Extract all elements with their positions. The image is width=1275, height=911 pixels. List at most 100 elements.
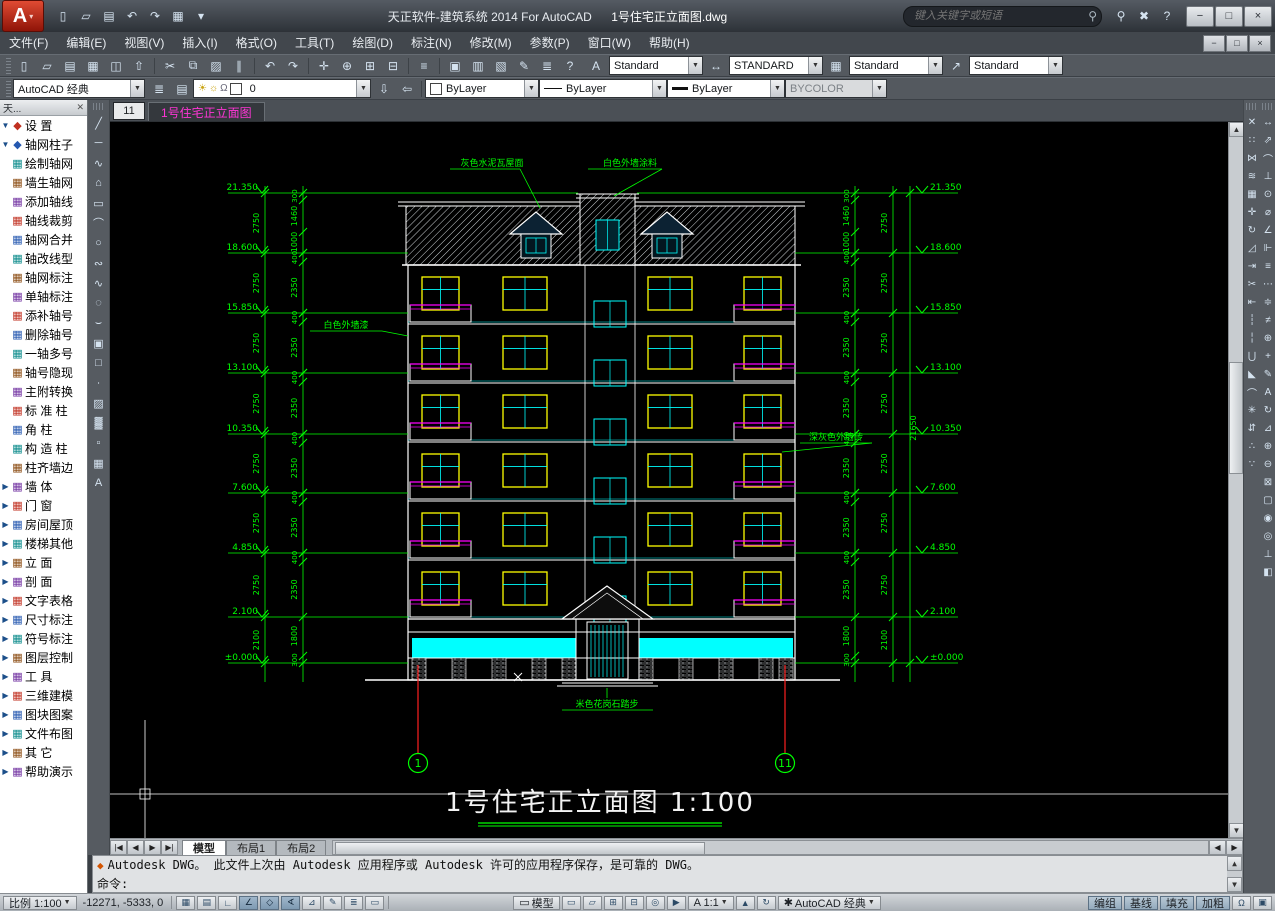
- measure-icon[interactable]: ∴: [1244, 437, 1260, 455]
- dim-arc-icon[interactable]: ⌒: [1260, 149, 1275, 167]
- gradient-icon[interactable]: ▓: [89, 413, 109, 433]
- undo-icon[interactable]: ↶: [259, 55, 281, 76]
- qdim-icon[interactable]: ⊩: [1260, 239, 1275, 257]
- sheet-set-manager-icon[interactable]: ▧: [490, 55, 512, 76]
- workspace-combo[interactable]: AutoCAD 经典 ▼: [13, 79, 145, 98]
- make-object-layer-current-icon[interactable]: ⇩: [373, 78, 395, 99]
- chamfer-icon[interactable]: ◣: [1244, 365, 1260, 383]
- command-scrollbar[interactable]: ▲ ▼: [1227, 856, 1242, 892]
- plot-preview-icon[interactable]: ◫: [105, 55, 127, 76]
- save-icon[interactable]: ▤: [98, 6, 120, 27]
- vscroll-thumb[interactable]: [1229, 362, 1243, 474]
- explode-icon[interactable]: ✳: [1244, 401, 1260, 419]
- sidebar-item-29[interactable]: ▶ ▦ 图层控制: [0, 648, 87, 667]
- dim-text-edit-icon[interactable]: A: [1260, 383, 1275, 401]
- cut-icon[interactable]: ✂: [159, 55, 181, 76]
- plot-icon[interactable]: ▦: [167, 6, 189, 27]
- sidebar-item-10[interactable]: ▦ 单轴标注: [0, 287, 87, 306]
- menu-4[interactable]: 插入(I): [173, 32, 226, 54]
- infocenter-search[interactable]: ⚲: [903, 5, 1102, 27]
- sidebar-item-25[interactable]: ▶ ▦ 剖 面: [0, 572, 87, 591]
- sidebar-item-15[interactable]: ▦ 主附转换: [0, 382, 87, 401]
- tz-toggle-填充[interactable]: 填充: [1160, 895, 1194, 910]
- spline-icon[interactable]: ∿: [89, 273, 109, 293]
- auto-scale-icon[interactable]: ↻: [756, 895, 776, 910]
- move-icon[interactable]: ✛: [1244, 203, 1260, 221]
- table-style-icon[interactable]: ▦: [825, 55, 847, 76]
- scale-icon[interactable]: ◿: [1244, 239, 1260, 257]
- erase-icon[interactable]: ✕: [1244, 113, 1260, 131]
- annotation-scale-button[interactable]: A 1:1 ▼: [687, 895, 734, 910]
- break-at-point-icon[interactable]: ┆: [1244, 311, 1260, 329]
- zoom-in-icon[interactable]: ⊕: [1260, 437, 1275, 455]
- menu-10[interactable]: 参数(P): [521, 32, 579, 54]
- sidebar-item-23[interactable]: ▶ ▦ 楼梯其他: [0, 534, 87, 553]
- dim-baseline-icon[interactable]: ≡: [1260, 257, 1275, 275]
- sidebar-item-33[interactable]: ▶ ▦ 文件布图: [0, 724, 87, 743]
- menu-2[interactable]: 编辑(E): [57, 32, 115, 54]
- sidebar-item-3[interactable]: ▦ 绘制轴网: [0, 154, 87, 173]
- help-icon[interactable]: ?: [1156, 6, 1178, 27]
- dim-style-combo[interactable]: STANDARD ▼: [729, 56, 823, 75]
- revision-cloud-icon[interactable]: ∾: [89, 253, 109, 273]
- multiline-text-icon[interactable]: A: [89, 473, 109, 493]
- model-space-button[interactable]: ▭ 模型: [513, 895, 560, 910]
- sidebar-item-14[interactable]: ▦ 轴号隐现: [0, 363, 87, 382]
- sidebar-item-5[interactable]: ▦ 添加轴线: [0, 192, 87, 211]
- sidebar-item-26[interactable]: ▶ ▦ 文字表格: [0, 591, 87, 610]
- ellipse-arc-icon[interactable]: ⌣: [89, 313, 109, 333]
- steering-wheel-icon[interactable]: ◎: [645, 895, 665, 910]
- qnew-icon[interactable]: ▯: [13, 55, 35, 76]
- sidebar-item-18[interactable]: ▦ 构 造 柱: [0, 439, 87, 458]
- otrack-toggle[interactable]: ∢: [281, 895, 301, 910]
- maximize-button[interactable]: □: [1215, 5, 1243, 27]
- sidebar-item-4[interactable]: ▦ 墙生轴网: [0, 173, 87, 192]
- render-icon[interactable]: ◉: [1260, 509, 1275, 527]
- sidebar-item-27[interactable]: ▶ ▦ 尺寸标注: [0, 610, 87, 629]
- sidebar-item-20[interactable]: ▶ ▦ 墙 体: [0, 477, 87, 496]
- publish-icon[interactable]: ⇧: [128, 55, 150, 76]
- copy-object-icon[interactable]: ∷: [1244, 131, 1260, 149]
- scroll-up-icon[interactable]: ▲: [1229, 122, 1244, 137]
- sidebar-item-28[interactable]: ▶ ▦ 符号标注: [0, 629, 87, 648]
- doc-minimize-button[interactable]: −: [1203, 34, 1225, 52]
- dim-angular-icon[interactable]: ∠: [1260, 221, 1275, 239]
- scroll-up-icon[interactable]: ▲: [1227, 856, 1242, 871]
- model-tab-icon[interactable]: ▭: [561, 895, 581, 910]
- command-prompt-line[interactable]: 命令:: [93, 875, 1242, 894]
- point-icon[interactable]: ∙: [89, 373, 109, 393]
- linetype-combo[interactable]: ByLayer ▼: [539, 79, 667, 98]
- last-tab-icon[interactable]: ▶|: [161, 839, 178, 855]
- rotate-icon[interactable]: ↻: [1244, 221, 1260, 239]
- scroll-down-icon[interactable]: ▼: [1227, 877, 1242, 892]
- annotation-visibility-icon[interactable]: ▲: [735, 895, 755, 910]
- zoom-window-icon[interactable]: ⊞: [359, 55, 381, 76]
- layer-combo[interactable]: ☀ ☼ Ω 0 ▼: [193, 79, 371, 98]
- search-icon[interactable]: ⚲: [1110, 6, 1132, 27]
- toolbar-grip[interactable]: [6, 80, 11, 97]
- qp-toggle[interactable]: ▭: [365, 895, 385, 910]
- show-motion-icon[interactable]: ▶: [666, 895, 686, 910]
- copy-icon[interactable]: ⧉: [182, 55, 204, 76]
- sidebar-item-16[interactable]: ▦ 标 准 柱: [0, 401, 87, 420]
- next-tab-icon[interactable]: ▶: [144, 839, 161, 855]
- table-icon[interactable]: ▦: [89, 453, 109, 473]
- pan-icon[interactable]: ✛: [313, 55, 335, 76]
- toolbar-grip[interactable]: [1246, 103, 1258, 110]
- chevron-down-icon[interactable]: ▼: [652, 80, 666, 97]
- sidebar-item-13[interactable]: ▦ 一轴多号: [0, 344, 87, 363]
- dim-linear-icon[interactable]: ↔: [1260, 113, 1275, 131]
- table-style-combo[interactable]: Standard ▼: [849, 56, 943, 75]
- dim-ordinate-icon[interactable]: ⊥: [1260, 167, 1275, 185]
- dim-update-icon[interactable]: ↻: [1260, 401, 1275, 419]
- close-button[interactable]: ×: [1244, 5, 1272, 27]
- ucs-icon[interactable]: ⊥: [1260, 545, 1275, 563]
- hscroll-thumb[interactable]: [335, 841, 705, 855]
- ortho-toggle[interactable]: ∟: [218, 895, 238, 910]
- canvas-vscrollbar[interactable]: ▲ ▼: [1228, 122, 1244, 838]
- menu-5[interactable]: 格式(O): [227, 32, 286, 54]
- chevron-down-icon[interactable]: ▼: [1048, 57, 1062, 74]
- first-tab-icon[interactable]: |◀: [110, 839, 127, 855]
- sidebar-item-1[interactable]: ▼ ◆ 设 置: [0, 116, 87, 135]
- insert-block-icon[interactable]: ▣: [89, 333, 109, 353]
